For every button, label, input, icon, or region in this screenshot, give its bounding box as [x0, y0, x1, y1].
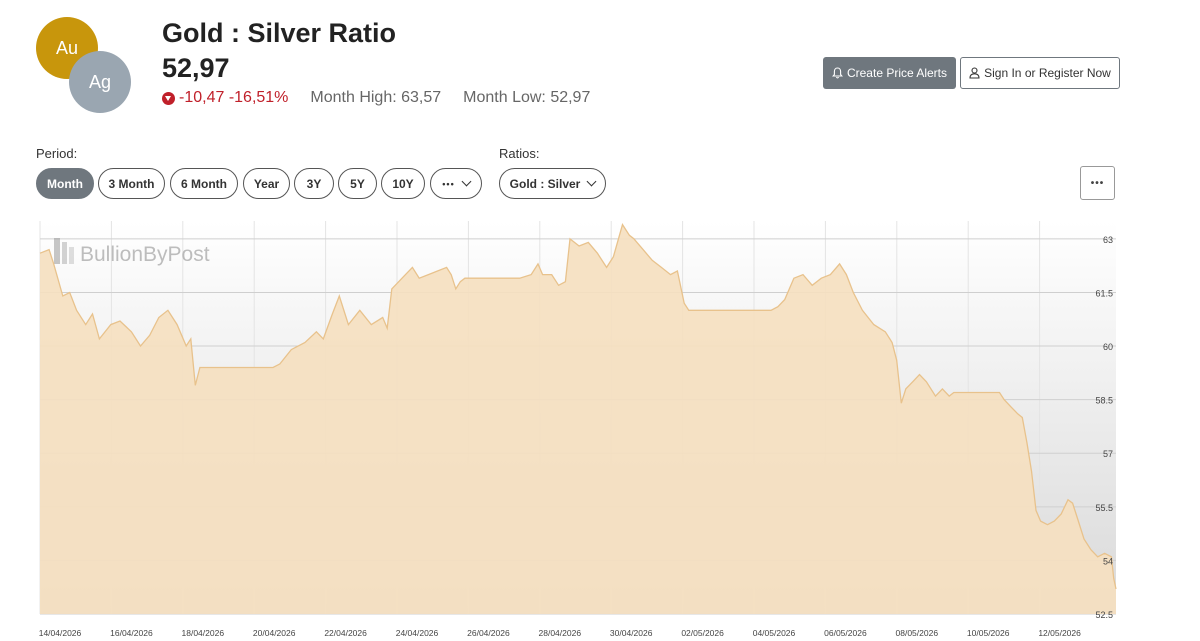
period-10y-label: 10Y [392, 176, 414, 191]
period-month-button[interactable]: Month [36, 168, 94, 199]
x-tick-label: 14/04/2026 [39, 628, 82, 638]
ratios-label: Ratios: [499, 146, 540, 161]
silver-coin-badge: Ag [69, 51, 131, 113]
price-stats: -10,47 -16,51% Month High: 63,57 Month L… [162, 89, 590, 107]
y-tick-label: 54 [1103, 556, 1113, 566]
y-tick-label: 55.5 [1095, 503, 1113, 513]
x-tick-label: 12/05/2026 [1038, 628, 1081, 638]
month-high: Month High: 63,57 [310, 89, 442, 106]
x-tick-label: 24/04/2026 [396, 628, 439, 638]
x-tick-label: 22/04/2026 [324, 628, 367, 638]
page-title: Gold : Silver Ratio [162, 18, 397, 48]
period-year-label: Year [253, 176, 280, 191]
down-triangle-icon [162, 91, 175, 105]
period-more-dropdown[interactable]: ••• [430, 168, 482, 199]
chevron-down-icon [586, 176, 597, 187]
y-tick-label: 60 [1103, 342, 1113, 352]
y-tick-label: 52.5 [1095, 610, 1113, 620]
bell-icon [832, 67, 843, 79]
y-tick-label: 63 [1103, 235, 1113, 245]
y-tick-label: 61.5 [1095, 288, 1113, 298]
gold-symbol: Au [55, 37, 79, 58]
period-3-month-button[interactable]: 3 Month [98, 168, 165, 199]
x-tick-label: 04/05/2026 [753, 628, 796, 638]
current-price: 52,97 [162, 53, 230, 83]
period-5y-label: 5Y [350, 176, 365, 191]
price-change: -10,47 -16,51% [179, 89, 289, 106]
month-low: Month Low: 52,97 [463, 89, 591, 106]
sign-in-button[interactable]: Sign In or Register Now [960, 57, 1120, 89]
x-tick-label: 26/04/2026 [467, 628, 510, 638]
y-tick-label: 58.5 [1095, 396, 1113, 406]
sign-in-label: Sign In or Register Now [984, 66, 1111, 80]
period-label: Period: [36, 146, 78, 161]
period-month-label: Month [47, 176, 83, 191]
period-3y-button[interactable]: 3Y [294, 168, 334, 199]
ratio-select[interactable]: Gold : Silver [499, 168, 606, 199]
x-tick-label: 10/05/2026 [967, 628, 1010, 638]
period-5y-button[interactable]: 5Y [338, 168, 377, 199]
x-tick-label: 06/05/2026 [824, 628, 867, 638]
user-icon [969, 67, 980, 79]
period-10y-button[interactable]: 10Y [381, 168, 425, 199]
ratio-selected-label: Gold : Silver [509, 176, 581, 191]
chart-menu-label: ••• [1090, 177, 1105, 189]
watermark-text: BullionByPost [80, 243, 210, 266]
ratio-chart: BullionByPost 52.5 54 55.5 57 58.5 60 61.5 63 1… [39, 221, 1117, 638]
period-more-label: ••• [442, 178, 455, 189]
chevron-down-icon [461, 176, 472, 187]
period-3y-label: 3Y [306, 176, 322, 191]
x-tick-label: 16/04/2026 [110, 628, 153, 638]
create-price-alerts-label: Create Price Alerts [846, 66, 948, 80]
silver-symbol: Ag [88, 71, 112, 92]
x-tick-label: 30/04/2026 [610, 628, 653, 638]
period-6-month-button[interactable]: 6 Month [170, 168, 238, 199]
period-3-month-label: 3 Month [108, 176, 155, 191]
x-tick-label: 02/05/2026 [681, 628, 724, 638]
period-6-month-label: 6 Month [181, 176, 227, 191]
x-tick-label: 08/05/2026 [896, 628, 939, 638]
y-tick-label: 57 [1103, 449, 1113, 459]
x-tick-label: 28/04/2026 [539, 628, 582, 638]
period-year-button[interactable]: Year [243, 168, 290, 199]
create-price-alerts-button[interactable]: Create Price Alerts [823, 57, 956, 89]
x-tick-label: 20/04/2026 [253, 628, 296, 638]
chart-menu-button[interactable]: ••• [1080, 166, 1115, 200]
x-tick-label: 18/04/2026 [182, 628, 225, 638]
